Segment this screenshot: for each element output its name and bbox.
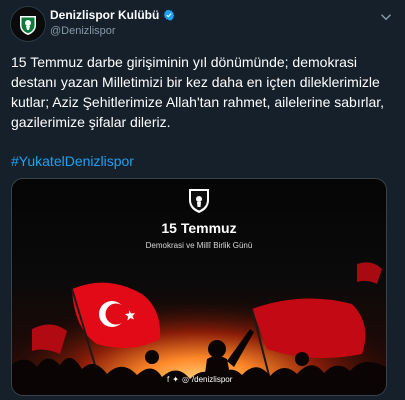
club-logo-icon (12, 8, 44, 40)
social-handle: /denizlispor (191, 375, 233, 384)
tweet-header: Denizlispor Kulübü @Denizlispor (10, 6, 395, 46)
tweet-text: 15 Temmuz darbe girişiminin yıl dönümünd… (11, 54, 385, 130)
facebook-icon: f (167, 375, 170, 384)
tweet-media-image[interactable]: 15 Temmuz Demokrasi ve Millî Birlik Günü… (11, 178, 387, 396)
chevron-down-icon[interactable] (377, 8, 395, 26)
club-logo-avatar[interactable] (10, 6, 46, 42)
instagram-icon: ◎ (181, 375, 189, 384)
commemoration-artwork (12, 179, 386, 395)
social-handle-bar: f ✦ ◎ /denizlispor (167, 375, 232, 384)
verified-badge-icon (164, 9, 175, 21)
hashtag-link[interactable]: #YukatelDenizlispor (11, 153, 134, 169)
account-handle[interactable]: @Denizlispor (50, 25, 116, 37)
media-title: 15 Temmuz (161, 220, 237, 236)
account-name-row[interactable]: Denizlispor Kulübü (50, 8, 175, 22)
media-subtitle: Demokrasi ve Millî Birlik Günü (145, 241, 253, 250)
twitter-icon: ✦ (172, 375, 179, 384)
account-name[interactable]: Denizlispor Kulübü (50, 8, 159, 22)
